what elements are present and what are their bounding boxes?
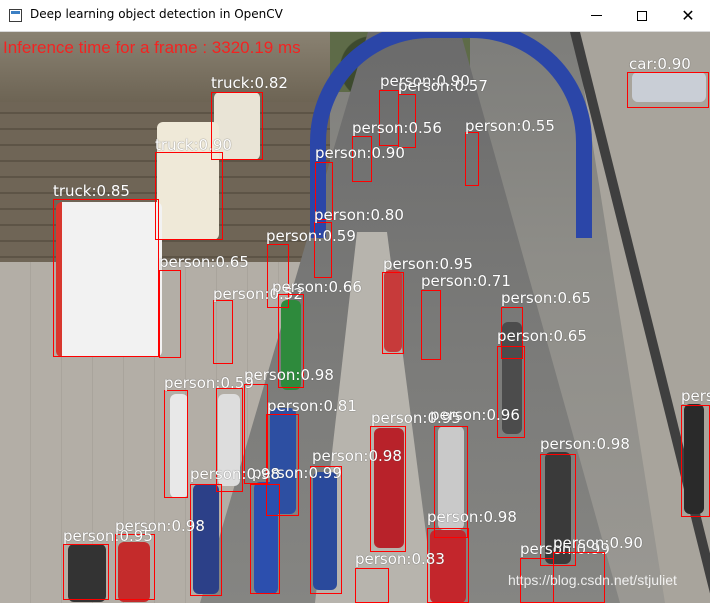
detection-box-truck [53, 199, 159, 357]
detection-label: person:0.83 [355, 550, 445, 568]
watermark: https://blog.csdn.net/stjuliet [508, 572, 677, 588]
detection-box-person [213, 300, 233, 364]
inference-time-text: Inference time for a frame : 3320.19 ms [3, 38, 301, 57]
detection-box-person [310, 466, 342, 594]
maximize-icon [637, 10, 647, 21]
detection-box-person [250, 484, 280, 594]
detection-label: person:0.65 [159, 253, 249, 271]
detection-box-person [164, 390, 188, 498]
detection-label: truck:0.85 [53, 182, 130, 200]
detection-label: person:0.81 [267, 397, 357, 415]
detection-box-person [497, 346, 525, 438]
detection-label: pers [681, 387, 710, 405]
detection-label: person:0.56 [352, 119, 442, 137]
window-titlebar: Deep learning object detection in OpenCV… [0, 0, 710, 32]
detection-label: person:0.71 [421, 272, 511, 290]
maximize-button[interactable] [619, 0, 665, 31]
close-icon: ✕ [681, 5, 695, 25]
detection-label: truck:0.90 [155, 136, 232, 154]
detection-label: person:0.98 [427, 508, 517, 526]
detection-label: person:0.98 [244, 366, 334, 384]
detection-label: person:0.98 [540, 435, 630, 453]
detection-box-person [379, 90, 399, 146]
video-frame: Inference time for a frame : 3320.19 ms … [0, 32, 710, 603]
detection-box-person [370, 426, 406, 552]
minimize-icon [590, 15, 602, 16]
detection-box-car [627, 72, 709, 108]
detection-box-person [681, 405, 710, 517]
detection-label: car:0.90 [629, 55, 691, 73]
detection-label: truck:0.82 [211, 74, 288, 92]
detection-label: person:0.57 [398, 77, 488, 95]
detection-label: person:0.96 [430, 406, 520, 424]
detection-box-person [355, 568, 389, 603]
detection-label: person:0.66 [272, 278, 362, 296]
detection-label: person:0.59 [266, 227, 356, 245]
close-button[interactable]: ✕ [665, 0, 710, 31]
detection-box-person [159, 270, 181, 358]
detection-label: person:0.98 [190, 465, 280, 483]
detection-label: person:0.65 [497, 327, 587, 345]
detection-label: person:0.80 [314, 206, 404, 224]
detection-box-person [465, 132, 479, 186]
detection-label: person:0.90 [553, 534, 643, 552]
detection-label: person:0.65 [501, 289, 591, 307]
detection-label: person:0.55 [465, 117, 555, 135]
detection-box-truck [155, 152, 223, 240]
detection-box-person [63, 544, 109, 600]
detection-label: person:0.98 [312, 447, 402, 465]
detection-label: person:0.95 [383, 255, 473, 273]
minimize-button[interactable] [573, 0, 619, 31]
detection-label: person:0.90 [315, 144, 405, 162]
detection-box-person [421, 290, 441, 360]
detection-box-person [382, 272, 404, 354]
window-title: Deep learning object detection in OpenCV [30, 7, 283, 21]
detection-box-person [190, 484, 222, 596]
detection-label: person:0.95 [63, 527, 153, 545]
app-window-icon [9, 9, 22, 22]
